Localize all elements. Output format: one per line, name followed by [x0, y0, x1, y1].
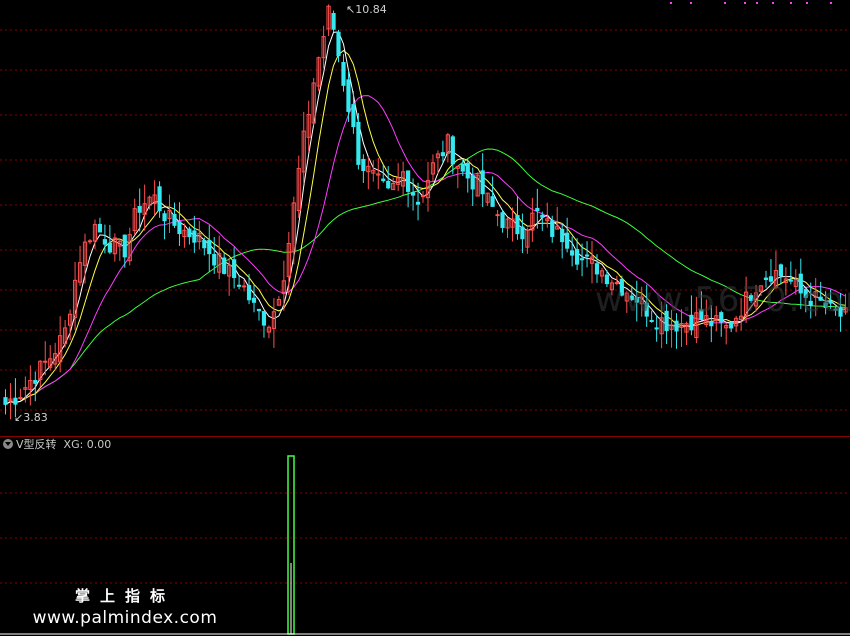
candle-body: [565, 232, 570, 249]
candle-body: [202, 240, 207, 249]
candle-body: [440, 152, 445, 157]
candle-body: [465, 162, 470, 179]
candle-body: [575, 249, 580, 265]
ma10-line: [5, 49, 846, 405]
candle-body: [237, 284, 242, 287]
candle-body: [43, 360, 48, 363]
candle-body: [346, 79, 351, 112]
marker-dot: [744, 2, 746, 4]
candle-body: [261, 310, 267, 326]
candle-body: [778, 264, 783, 277]
watermark-url: www.palmindex.com: [32, 608, 218, 628]
candle-body: [207, 239, 212, 255]
candle-body: [192, 230, 197, 243]
top-right-markers: [670, 2, 832, 4]
candle-body: [649, 319, 654, 322]
marker-dot: [772, 2, 774, 4]
collapse-toggle-icon[interactable]: [3, 439, 13, 449]
candle-body: [480, 170, 485, 195]
candle-body: [490, 196, 495, 207]
candle-body: [222, 257, 227, 274]
candle-body: [570, 250, 575, 256]
candle-body: [177, 221, 182, 235]
candle-body: [674, 320, 679, 332]
candle-body: [212, 253, 217, 266]
price-gridlines: [0, 29, 850, 411]
candle-body: [97, 223, 103, 233]
ma-path: [5, 31, 846, 405]
candle-body: [584, 254, 590, 257]
ma-path: [5, 49, 846, 405]
candle-body: [187, 228, 192, 238]
candle-body: [410, 192, 416, 196]
candle-body: [137, 205, 142, 213]
indicator-header: V型反转 XG: 0.00: [0, 437, 850, 453]
candle-body: [515, 215, 520, 235]
candle-body: [336, 31, 341, 57]
marker-dot: [690, 2, 692, 4]
candle-body: [460, 163, 465, 172]
candle-body: [450, 136, 455, 165]
candle-body: [256, 308, 262, 312]
candle-body: [341, 62, 346, 86]
marker-dot: [670, 2, 672, 4]
candle-body: [331, 12, 336, 30]
candle-body: [386, 180, 391, 189]
candle-body: [13, 397, 18, 405]
candle-body: [3, 397, 8, 405]
candle-body: [157, 186, 162, 212]
candle-body: [251, 297, 257, 303]
candle-body: [246, 285, 252, 301]
marker-dot: [724, 2, 726, 4]
candle-body: [594, 263, 600, 275]
candle-body: [709, 321, 714, 327]
ma5-line: [5, 31, 846, 405]
candle-body: [579, 258, 585, 261]
candle-body: [18, 397, 23, 400]
indicator-value: XG: 0.00: [63, 438, 112, 451]
marker-dot: [790, 2, 792, 4]
candle-body: [241, 285, 247, 288]
candle-body: [495, 214, 500, 217]
low-price-label: ↙3.83: [14, 411, 48, 424]
candle-body: [102, 239, 107, 245]
candle-body: [470, 175, 475, 190]
candle-body: [420, 195, 426, 198]
candle-body: [172, 213, 177, 226]
candle-body: [406, 170, 411, 192]
watermark-cn: 掌上指标: [74, 587, 175, 605]
candle-body: [87, 240, 93, 243]
candle-body: [232, 259, 237, 279]
candle-body: [550, 220, 555, 237]
candle-body: [351, 104, 356, 128]
watermark: 掌上指标 www.palmindex.com: [20, 585, 230, 628]
ma60-line: [5, 148, 846, 405]
candle-body: [33, 379, 38, 384]
candle-body: [654, 327, 659, 330]
price-chart[interactable]: [0, 0, 850, 436]
candle-body: [729, 322, 734, 329]
high-price-label: ↖10.84: [346, 3, 387, 16]
candle-body: [356, 121, 361, 165]
marker-dot: [756, 2, 758, 4]
ma-path: [5, 148, 846, 405]
candle-body: [535, 207, 540, 212]
candle-body: [415, 201, 421, 205]
candlestick-series: [3, 4, 848, 420]
marker-dot: [806, 2, 808, 4]
candle-body: [520, 226, 525, 240]
candle-body: [540, 214, 545, 218]
candle-body: [107, 242, 112, 253]
candle-body: [361, 158, 366, 171]
candle-body: [560, 228, 565, 243]
candle-body: [122, 234, 127, 258]
candle-body: [500, 212, 505, 228]
indicator-gridlines: [0, 492, 850, 584]
indicator-name[interactable]: V型反转: [16, 438, 57, 451]
candle-body: [162, 213, 167, 222]
candle-body: [381, 178, 386, 182]
faint-watermark: www.5670.com: [595, 280, 850, 320]
marker-dot: [830, 2, 832, 4]
